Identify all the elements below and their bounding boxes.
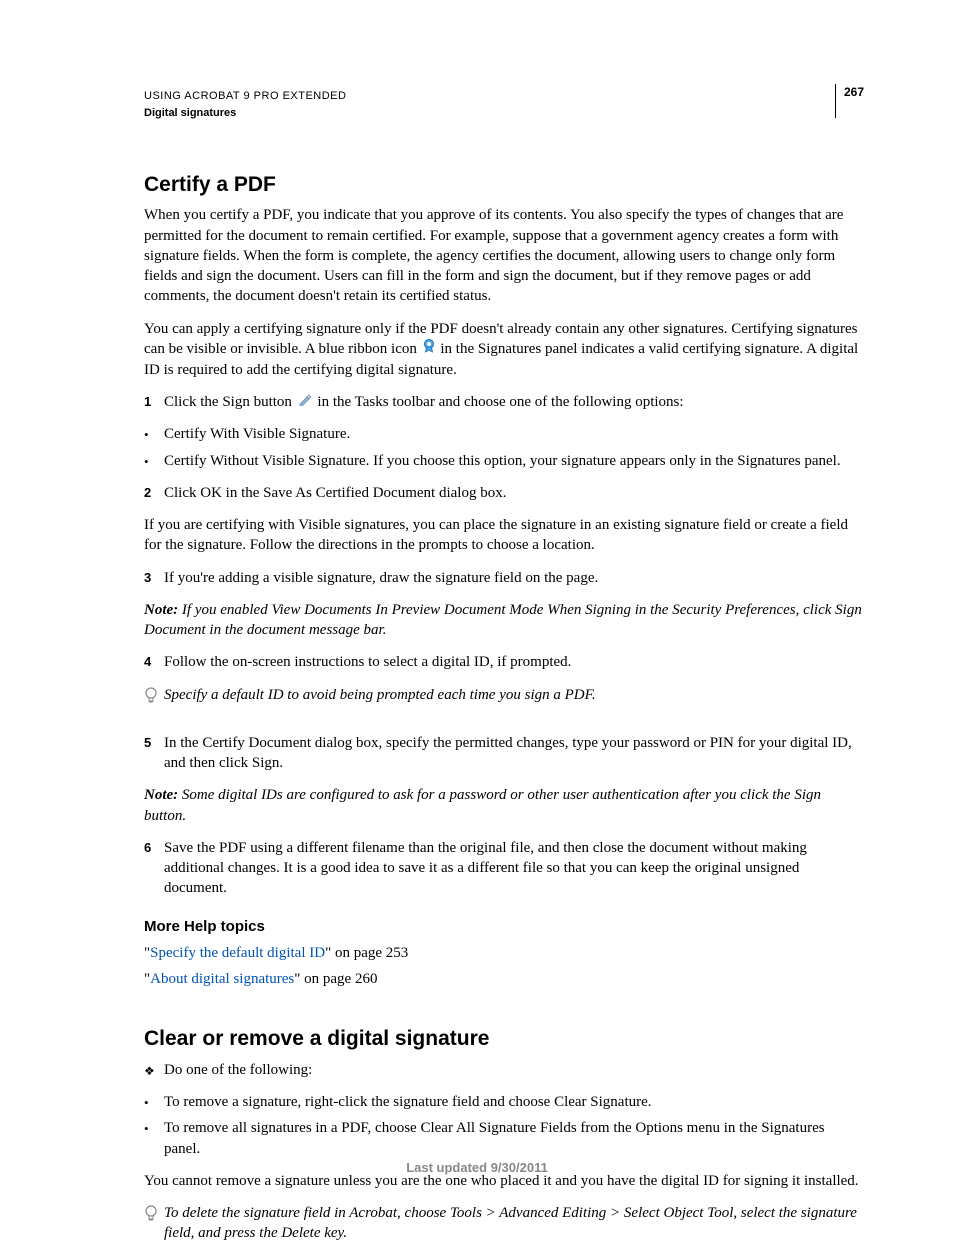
tip: To delete the signature field in Acrobat… <box>144 1203 864 1244</box>
text: To remove all signatures in a PDF, choos… <box>164 1118 864 1159</box>
bullet-marker <box>144 1092 164 1112</box>
list-item: Certify With Visible Signature. <box>144 424 864 444</box>
note-label: Note: <box>144 787 182 803</box>
step-marker: 1 <box>144 392 164 413</box>
heading-clear-remove: Clear or remove a digital signature <box>144 1025 864 1053</box>
diamond-marker <box>144 1060 164 1080</box>
text: In the Certify Document dialog box, spec… <box>164 733 864 774</box>
step-marker: 5 <box>144 733 164 774</box>
list-item: To remove a signature, right-click the s… <box>144 1092 864 1112</box>
tip-body: To delete the signature field in Acrobat… <box>164 1203 864 1244</box>
option-list: Certify With Visible Signature. Certify … <box>144 424 864 471</box>
link-about-digital-signatures[interactable]: About digital signatures <box>150 971 294 987</box>
bullet-marker <box>144 1118 164 1159</box>
step-6: 6 Save the PDF using a different filenam… <box>144 838 864 899</box>
heading-certify-pdf: Certify a PDF <box>144 171 864 199</box>
help-link-line: "About digital signatures" on page 260 <box>144 969 864 989</box>
link-specify-default-id[interactable]: Specify the default digital ID <box>150 945 325 961</box>
text: Click the Sign button <box>164 394 296 410</box>
note-body: Some digital IDs are configured to ask f… <box>144 787 821 823</box>
text: To remove a signature, right-click the s… <box>164 1092 864 1112</box>
text: Save the PDF using a different filename … <box>164 838 864 899</box>
step-marker: 6 <box>144 838 164 899</box>
step-list: 1 Click the Sign button in the Tasks too… <box>144 392 864 413</box>
tip: Specify a default ID to avoid being prom… <box>144 685 864 711</box>
note-body: If you enabled View Documents In Preview… <box>144 602 862 638</box>
step-list: 4 Follow the on-screen instructions to s… <box>144 652 864 672</box>
note-label: Note: <box>144 602 182 618</box>
doc-title: USING ACROBAT 9 PRO EXTENDED <box>144 88 346 105</box>
text: Follow the on-screen instructions to sel… <box>164 652 864 672</box>
text: If you're adding a visible signature, dr… <box>164 568 864 588</box>
step-marker: 4 <box>144 652 164 672</box>
action-list: Do one of the following: <box>144 1060 864 1080</box>
step-4: 4 Follow the on-screen instructions to s… <box>144 652 864 672</box>
blue-ribbon-icon <box>423 339 435 359</box>
step-list: 2 Click OK in the Save As Certified Docu… <box>144 483 864 503</box>
paragraph: When you certify a PDF, you indicate tha… <box>144 205 864 306</box>
footer: Last updated 9/30/2011 <box>0 1159 954 1177</box>
paragraph: If you are certifying with Visible signa… <box>144 515 864 556</box>
list-item: Certify Without Visible Signature. If yo… <box>144 451 864 471</box>
step-1: 1 Click the Sign button in the Tasks too… <box>144 392 864 413</box>
bullet-marker <box>144 451 164 471</box>
option-list: To remove a signature, right-click the s… <box>144 1092 864 1159</box>
bullet-marker <box>144 424 164 444</box>
lightbulb-icon <box>144 1203 164 1244</box>
text: in the Tasks toolbar and choose one of t… <box>317 394 683 410</box>
page-header: USING ACROBAT 9 PRO EXTENDED Digital sig… <box>144 88 864 121</box>
step-list: 5 In the Certify Document dialog box, sp… <box>144 733 864 774</box>
step-list: 3 If you're adding a visible signature, … <box>144 568 864 588</box>
text: Do one of the following: <box>164 1060 864 1080</box>
sign-pen-icon <box>298 392 312 412</box>
text: Certify Without Visible Signature. If yo… <box>164 451 864 471</box>
step-marker: 3 <box>144 568 164 588</box>
help-link-line: "Specify the default digital ID" on page… <box>144 943 864 963</box>
doc-section: Digital signatures <box>144 105 346 122</box>
step-marker: 2 <box>144 483 164 503</box>
list-item: Do one of the following: <box>144 1060 864 1080</box>
note: Note: If you enabled View Documents In P… <box>144 600 864 641</box>
header-left: USING ACROBAT 9 PRO EXTENDED Digital sig… <box>144 88 346 121</box>
step-5: 5 In the Certify Document dialog box, sp… <box>144 733 864 774</box>
text: " on page 253 <box>325 945 408 961</box>
text: " on page 260 <box>294 971 377 987</box>
paragraph: You can apply a certifying signature onl… <box>144 319 864 380</box>
list-item: To remove all signatures in a PDF, choos… <box>144 1118 864 1159</box>
page-number: 267 <box>835 84 864 118</box>
heading-more-help: More Help topics <box>144 917 864 937</box>
text: Certify With Visible Signature. <box>164 424 864 444</box>
step-3: 3 If you're adding a visible signature, … <box>144 568 864 588</box>
note: Note: Some digital IDs are configured to… <box>144 785 864 826</box>
step-2: 2 Click OK in the Save As Certified Docu… <box>144 483 864 503</box>
step-list: 6 Save the PDF using a different filenam… <box>144 838 864 899</box>
lightbulb-icon <box>144 685 164 711</box>
tip-body: Specify a default ID to avoid being prom… <box>164 685 864 711</box>
text: Click OK in the Save As Certified Docume… <box>164 483 864 503</box>
